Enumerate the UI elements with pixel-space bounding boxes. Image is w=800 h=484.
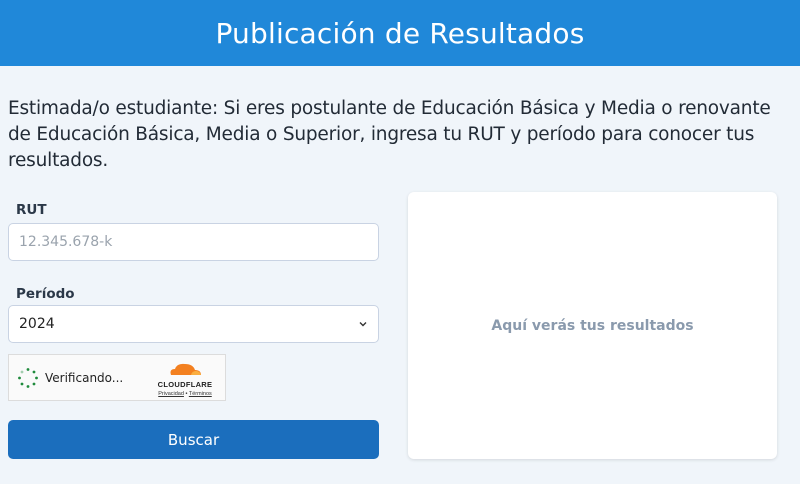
period-select[interactable]: 2024 bbox=[8, 305, 379, 343]
terms-link[interactable]: Términos bbox=[189, 391, 212, 397]
cloudflare-brand: CLOUDFLARE bbox=[157, 380, 213, 389]
rut-input[interactable] bbox=[8, 223, 379, 261]
intro-text: Estimada/o estudiante: Si eres postulant… bbox=[8, 98, 771, 171]
spinner-icon bbox=[18, 367, 38, 388]
search-button[interactable]: Buscar bbox=[8, 420, 379, 459]
page-title: Publicación de Resultados bbox=[215, 16, 585, 50]
rut-label: RUT bbox=[16, 202, 47, 218]
captcha-status: Verificando... bbox=[45, 370, 124, 385]
period-selected-value: 2024 bbox=[19, 316, 55, 332]
results-panel: Aquí verás tus resultados bbox=[408, 192, 777, 459]
page-header: Publicación de Resultados bbox=[0, 0, 800, 66]
captcha-widget[interactable]: Verificando... CLOUDFLARE Privacidad • T… bbox=[8, 354, 226, 401]
cloudflare-cloud-icon bbox=[170, 363, 201, 375]
chevron-down-icon bbox=[359, 322, 367, 327]
link-separator: • bbox=[185, 391, 188, 397]
results-placeholder: Aquí verás tus resultados bbox=[491, 317, 694, 334]
privacy-link[interactable]: Privacidad bbox=[158, 391, 184, 397]
cloudflare-logo: CLOUDFLARE Privacidad • Términos bbox=[155, 361, 215, 397]
period-label: Período bbox=[16, 286, 75, 302]
